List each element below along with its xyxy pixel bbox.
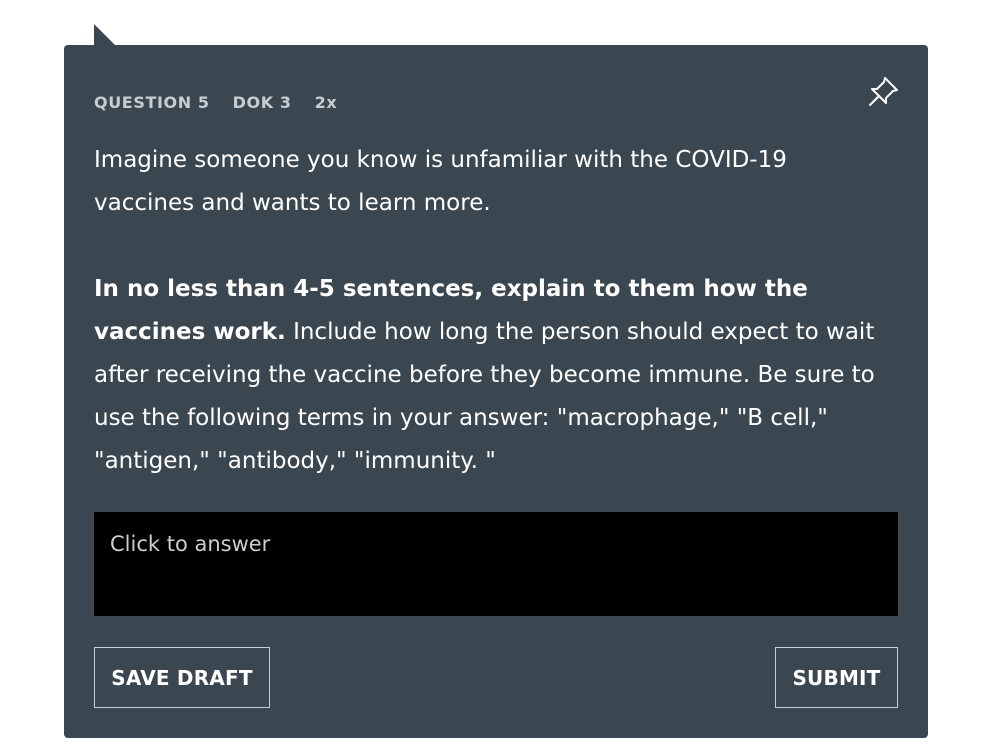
- save-draft-button[interactable]: SAVE DRAFT: [94, 647, 270, 708]
- card-pointer-tail: [94, 24, 116, 46]
- question-meta: QUESTION 5 DOK 3 2x: [94, 93, 337, 112]
- prompt-instructions: In no less than 4-5 sentences, explain t…: [94, 268, 894, 483]
- question-number: QUESTION 5: [94, 93, 210, 112]
- submit-button[interactable]: SUBMIT: [775, 647, 898, 708]
- page: QUESTION 5 DOK 3 2x Imagine someone you …: [0, 0, 1008, 750]
- question-weight: 2x: [314, 93, 338, 112]
- question-card: QUESTION 5 DOK 3 2x Imagine someone you …: [64, 45, 928, 738]
- prompt-spacer: [94, 225, 894, 268]
- question-prompt: Imagine someone you know is unfamiliar w…: [94, 139, 894, 483]
- dok-level: DOK 3: [232, 93, 292, 112]
- pin-icon[interactable]: [866, 75, 900, 109]
- prompt-intro: Imagine someone you know is unfamiliar w…: [94, 147, 787, 216]
- answer-field[interactable]: Click to answer: [94, 512, 898, 616]
